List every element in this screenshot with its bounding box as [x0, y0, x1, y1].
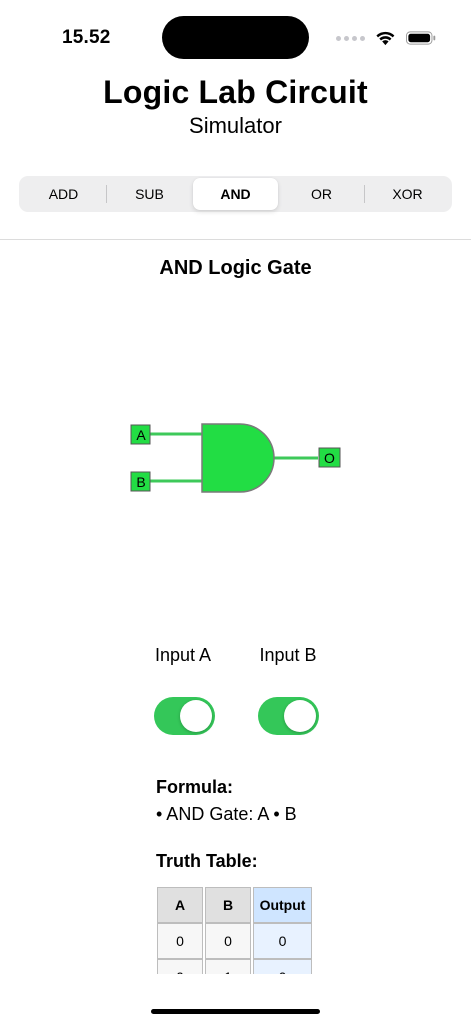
input-a-toggle[interactable]	[154, 697, 215, 735]
operation-segmented-control: ADD SUB AND OR XOR	[19, 176, 452, 212]
input-a-text: A	[136, 427, 146, 443]
header-b: B	[205, 887, 251, 923]
gate-title: AND Logic Gate	[159, 257, 312, 279]
input-b-label: Input B	[259, 645, 317, 665]
input-b-text: B	[136, 474, 145, 490]
tab-add[interactable]: ADD	[21, 178, 106, 210]
truth-table-container: A B Output 0 0 0 0 1 0	[150, 887, 320, 974]
cell-output: 0	[253, 923, 312, 959]
input-b-toggle[interactable]	[258, 697, 319, 735]
status-icons	[336, 28, 436, 48]
header-a: A	[157, 887, 203, 923]
tab-and[interactable]: AND	[193, 178, 278, 210]
toggle-knob	[180, 700, 212, 732]
formula-label: Formula:	[156, 777, 234, 797]
wifi-icon	[376, 31, 395, 46]
status-time: 15.52	[62, 27, 111, 48]
page-subtitle: Simulator	[189, 113, 282, 138]
truth-table-label: Truth Table:	[156, 851, 258, 871]
toggle-knob	[284, 700, 316, 732]
and-gate-diagram: A B O	[130, 423, 341, 493]
battery-icon	[405, 31, 436, 45]
tab-xor[interactable]: XOR	[365, 178, 450, 210]
cell-a: 0	[157, 923, 203, 959]
table-row: 0 0 0	[157, 923, 312, 959]
cell-b: 0	[205, 923, 251, 959]
table-row: 0 1 0	[157, 959, 312, 974]
tab-or[interactable]: OR	[279, 178, 364, 210]
tab-sub[interactable]: SUB	[107, 178, 192, 210]
home-indicator	[151, 1009, 320, 1014]
page-title: Logic Lab Circuit	[103, 74, 368, 110]
cell-a: 0	[157, 959, 203, 974]
dynamic-island	[162, 16, 309, 59]
and-gate-shape	[201, 423, 275, 493]
cell-output: 0	[253, 959, 312, 974]
output-text: O	[324, 450, 335, 466]
cellular-dots-icon	[336, 35, 365, 41]
input-a-label: Input A	[154, 645, 212, 665]
header-output: Output	[253, 887, 312, 923]
truth-table: A B Output 0 0 0 0 1 0	[155, 887, 314, 974]
cell-b: 1	[205, 959, 251, 974]
formula-text: • AND Gate: A • B	[156, 804, 297, 824]
divider	[0, 239, 471, 240]
